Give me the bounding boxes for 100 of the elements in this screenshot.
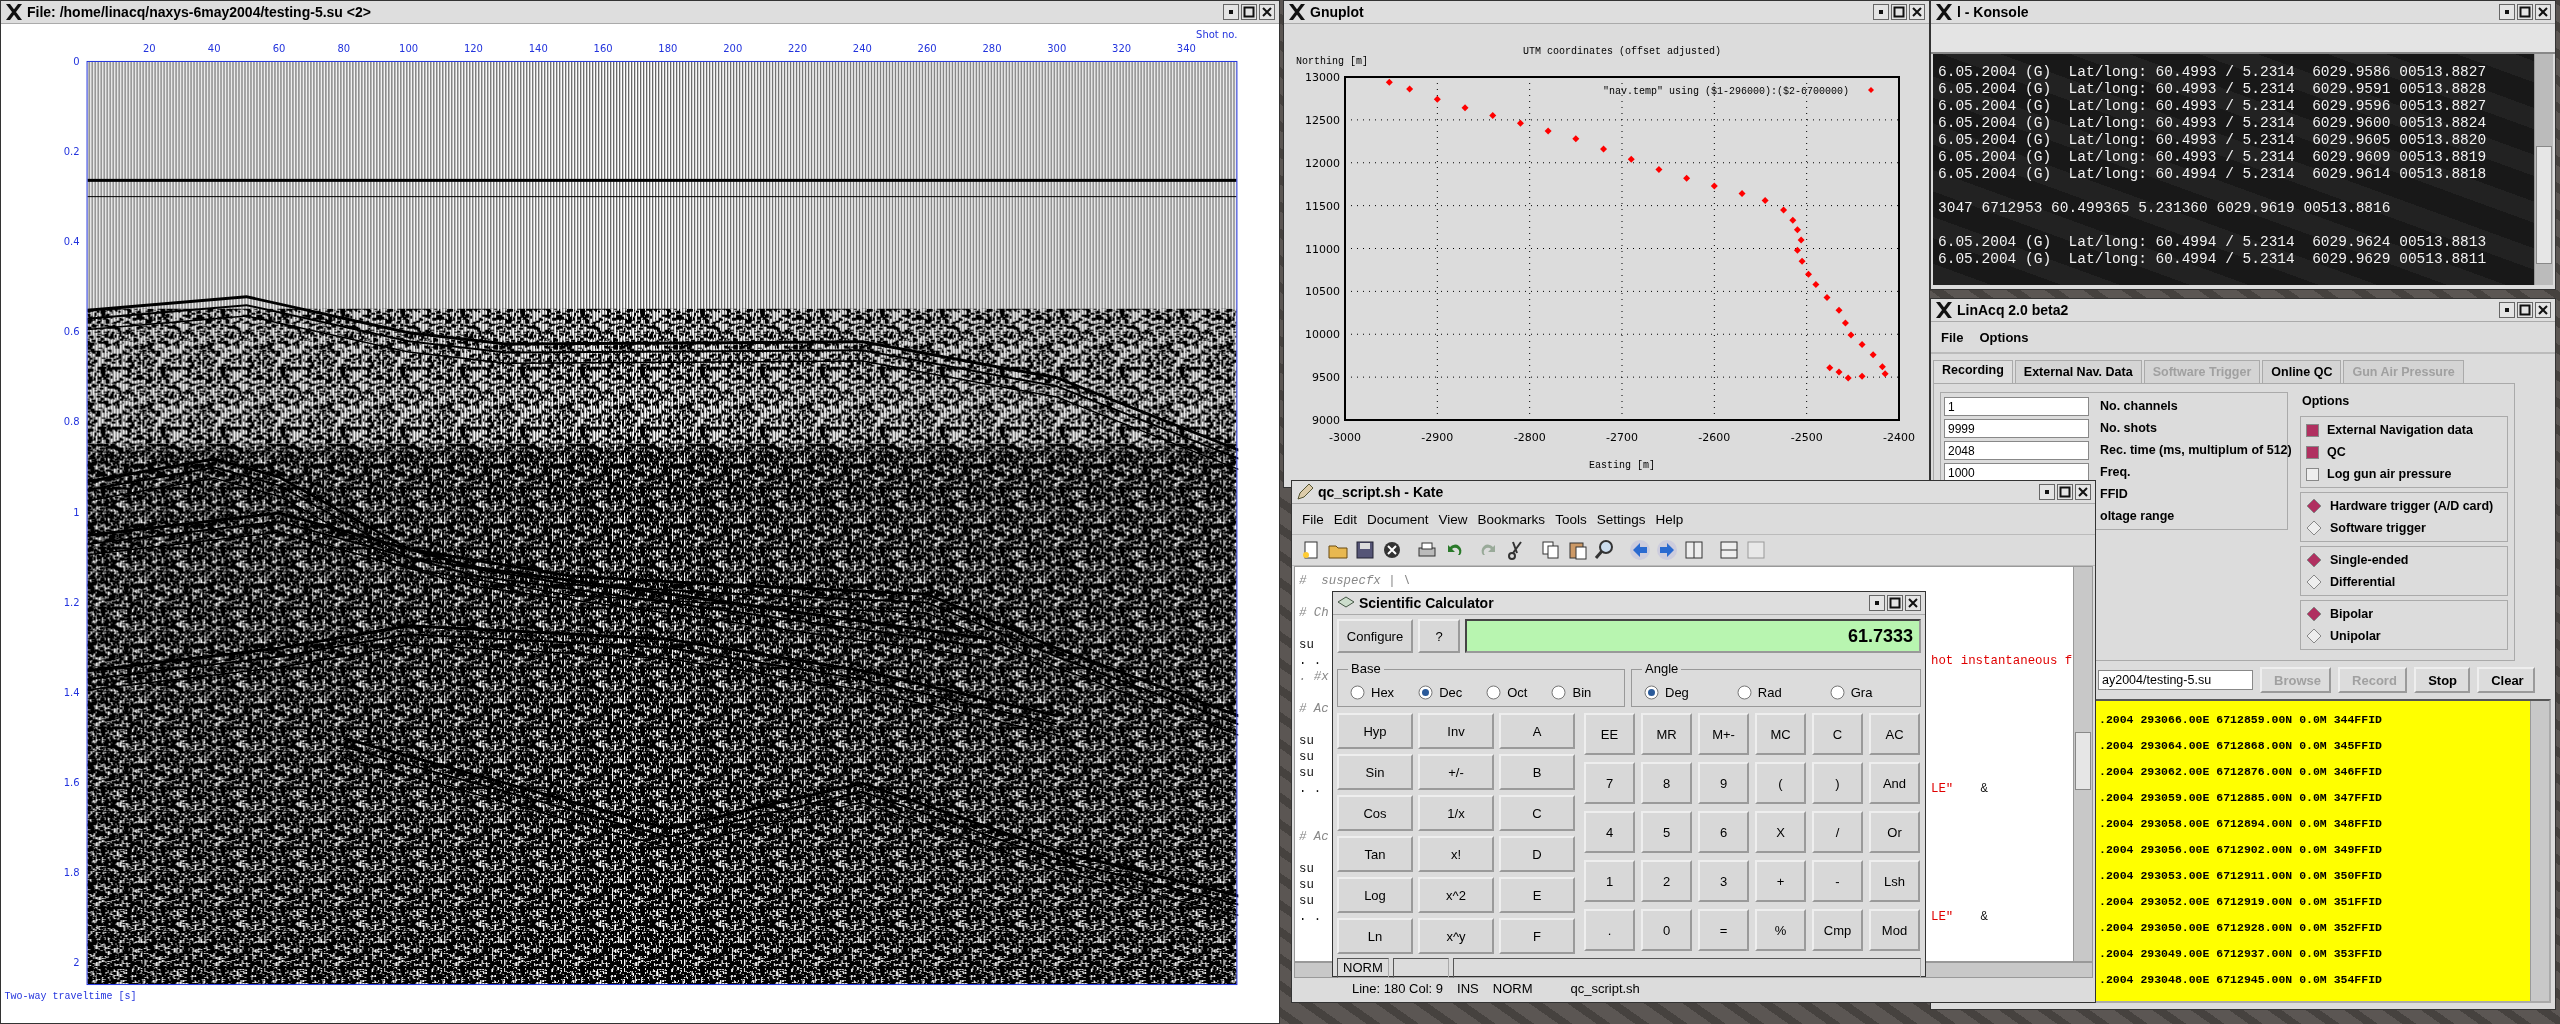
scrollbar[interactable]: [2073, 567, 2092, 961]
split-horizontal-icon[interactable]: [1718, 539, 1740, 561]
radio-button[interactable]: [1736, 684, 1752, 700]
search-icon[interactable]: [1594, 539, 1616, 561]
radio-button[interactable]: [1829, 684, 1845, 700]
minimize-icon[interactable]: [1873, 4, 1889, 20]
radio-button[interactable]: [1551, 684, 1567, 700]
calculator-key[interactable]: 6: [1698, 811, 1749, 853]
action-button[interactable]: Clear: [2477, 667, 2535, 693]
calculator-key[interactable]: Tan: [1337, 836, 1413, 872]
calculator-key[interactable]: ): [1812, 762, 1863, 804]
maximize-icon[interactable]: [1241, 4, 1257, 20]
calculator-key[interactable]: MR: [1641, 713, 1692, 755]
calculator-key[interactable]: -: [1812, 860, 1863, 902]
checkbox[interactable]: [2306, 467, 2319, 481]
minimize-icon[interactable]: [2039, 484, 2055, 500]
calculator-key[interactable]: 3: [1698, 860, 1749, 902]
menu-item[interactable]: View: [1438, 511, 1468, 527]
maximize-icon[interactable]: [2517, 302, 2533, 318]
calculator-key[interactable]: +/-: [1418, 754, 1494, 790]
paste-icon[interactable]: [1567, 539, 1589, 561]
calculator-key[interactable]: 9: [1698, 762, 1749, 804]
calculator-key[interactable]: Ln: [1337, 918, 1413, 954]
calculator-key[interactable]: x^y: [1418, 918, 1494, 954]
calculator-key[interactable]: (: [1755, 762, 1806, 804]
calculator-key[interactable]: 2: [1641, 860, 1692, 902]
input-field[interactable]: 2048: [1944, 440, 2089, 460]
calculator-key[interactable]: Log: [1337, 877, 1413, 913]
minimize-icon[interactable]: [2499, 4, 2515, 20]
radio-button[interactable]: [2306, 520, 2322, 536]
calculator-key[interactable]: 1: [1584, 860, 1635, 902]
calculator-key[interactable]: B: [1499, 754, 1575, 790]
calculator-key[interactable]: 4: [1584, 811, 1635, 853]
radio-button[interactable]: [1418, 684, 1434, 700]
close-icon[interactable]: [1381, 539, 1403, 561]
radio-button[interactable]: [1350, 684, 1365, 700]
copy-icon[interactable]: [1540, 539, 1562, 561]
calculator-key[interactable]: And: [1869, 762, 1920, 804]
maximize-icon[interactable]: [1891, 4, 1907, 20]
file-path-field[interactable]: ay2004/testing-5.su: [2098, 670, 2253, 690]
close-icon[interactable]: [1909, 4, 1925, 20]
calculator-key[interactable]: =: [1698, 909, 1749, 951]
calculator-key[interactable]: Sin: [1337, 754, 1413, 790]
menu-item[interactable]: Bookmarks: [1477, 511, 1546, 527]
calculator-key[interactable]: C: [1812, 713, 1863, 755]
calculator-key[interactable]: D: [1499, 836, 1575, 872]
calculator-key[interactable]: C: [1499, 795, 1575, 831]
calculator-key[interactable]: 5: [1641, 811, 1692, 853]
menu-item[interactable]: Tools: [1555, 511, 1587, 527]
menu-item[interactable]: Document: [1367, 511, 1429, 527]
calculator-key[interactable]: Hyp: [1337, 713, 1413, 749]
calculator-key[interactable]: E: [1499, 877, 1575, 913]
close-icon[interactable]: [2075, 484, 2091, 500]
calculator-key[interactable]: +: [1755, 860, 1806, 902]
calculator-key[interactable]: Cos: [1337, 795, 1413, 831]
calculator-key[interactable]: Cmp: [1812, 909, 1863, 951]
calculator-key[interactable]: 7: [1584, 762, 1635, 804]
calculator-key[interactable]: F: [1499, 918, 1575, 954]
menu-item[interactable]: Edit: [1333, 511, 1358, 527]
action-button[interactable]: Stop: [2414, 667, 2471, 693]
calculator-key[interactable]: AC: [1869, 713, 1920, 755]
radio-button[interactable]: [1644, 684, 1659, 700]
calculator-key[interactable]: 1/x: [1418, 795, 1494, 831]
checkbox[interactable]: [2306, 423, 2319, 437]
radio-button[interactable]: [2306, 628, 2322, 644]
calculator-key[interactable]: M+-: [1698, 713, 1749, 755]
calculator-key[interactable]: Or: [1869, 811, 1920, 853]
scrollbar[interactable]: [2534, 54, 2553, 285]
maximize-icon[interactable]: [2517, 4, 2533, 20]
minimize-icon[interactable]: [1869, 595, 1885, 611]
calculator-key[interactable]: A: [1499, 713, 1575, 749]
save-icon[interactable]: [1354, 539, 1376, 561]
input-field[interactable]: 1: [1944, 396, 2089, 416]
calculator-key[interactable]: MC: [1755, 713, 1806, 755]
tab[interactable]: Recording: [1933, 360, 2013, 383]
calculator-key[interactable]: /: [1812, 811, 1863, 853]
calculator-key[interactable]: .: [1584, 909, 1635, 951]
calculator-button[interactable]: Configure: [1337, 619, 1413, 653]
minimize-icon[interactable]: [2499, 302, 2515, 318]
calculator-key[interactable]: 0: [1641, 909, 1692, 951]
input-field[interactable]: 9999: [1944, 418, 2089, 438]
split-vertical-icon[interactable]: [1683, 539, 1705, 561]
menu-item[interactable]: Options: [1979, 329, 2029, 345]
calculator-key[interactable]: %: [1755, 909, 1806, 951]
calculator-key[interactable]: Inv: [1418, 713, 1494, 749]
calculator-key[interactable]: Lsh: [1869, 860, 1920, 902]
calculator-key[interactable]: EE: [1584, 713, 1635, 755]
minimize-icon[interactable]: [1223, 4, 1239, 20]
maximize-icon[interactable]: [1887, 595, 1903, 611]
calculator-key[interactable]: Mod: [1869, 909, 1920, 951]
checkbox[interactable]: [2306, 445, 2319, 459]
menu-item[interactable]: File: [1941, 329, 1964, 345]
radio-button[interactable]: [2306, 552, 2322, 568]
radio-button[interactable]: [2306, 606, 2322, 622]
calculator-key[interactable]: 8: [1641, 762, 1692, 804]
tab[interactable]: Online QC: [2262, 360, 2342, 383]
calculator-key[interactable]: x^2: [1418, 877, 1494, 913]
close-icon[interactable]: [1259, 4, 1275, 20]
close-icon[interactable]: [1905, 595, 1921, 611]
menu-item[interactable]: File: [1302, 511, 1324, 527]
